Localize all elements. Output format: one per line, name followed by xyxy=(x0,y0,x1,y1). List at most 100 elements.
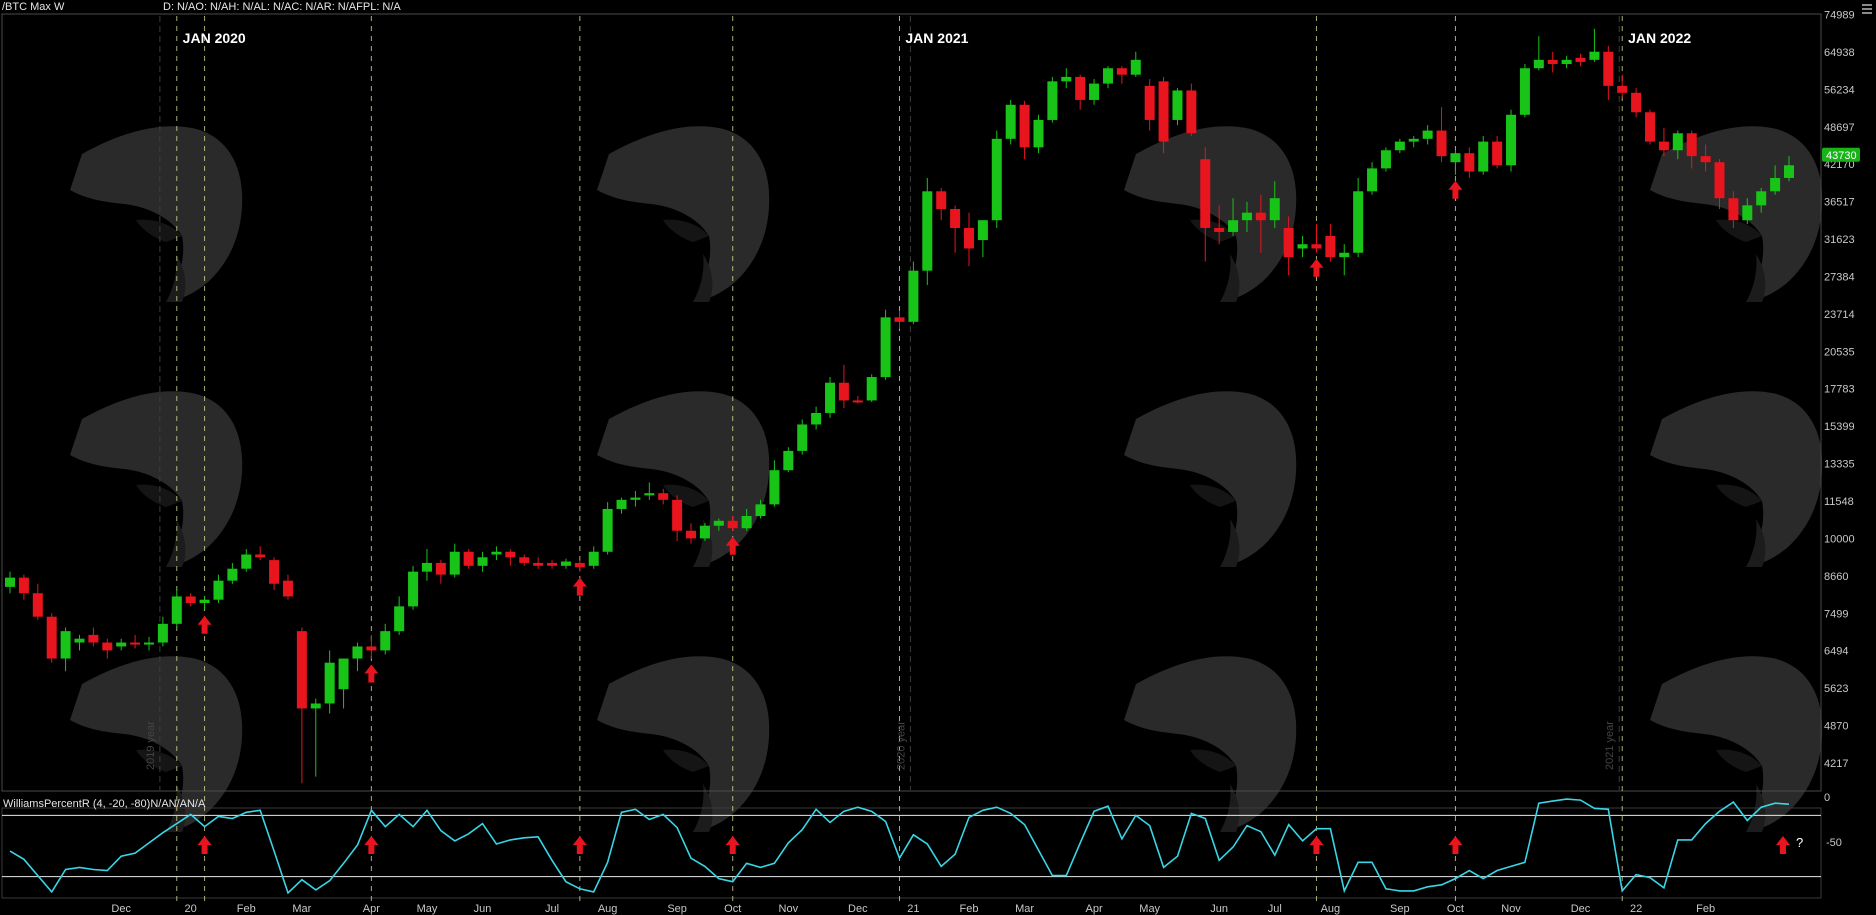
candle-body xyxy=(769,470,780,505)
signal-arrows xyxy=(197,180,1790,854)
price-tick-label: 4217 xyxy=(1824,758,1848,770)
candle-body xyxy=(1672,133,1683,151)
chart-labels: JAN 2020 JAN 2021 JAN 2022 xyxy=(183,30,1692,46)
candle-body xyxy=(1603,51,1614,86)
candle-body xyxy=(977,220,988,241)
candle-body xyxy=(838,382,849,401)
candle-body xyxy=(1325,235,1336,258)
price-panel-frame xyxy=(1,13,1822,792)
candle-body xyxy=(1047,81,1058,120)
price-tick-label: 6494 xyxy=(1824,646,1848,658)
time-tick-label: Dec xyxy=(1571,903,1591,915)
time-tick-label: Jul xyxy=(1268,903,1282,915)
candle-body xyxy=(866,377,877,401)
candle-body xyxy=(1186,90,1197,134)
up-arrow-marker-icon xyxy=(572,577,587,596)
candle-body xyxy=(1061,76,1072,82)
candle-body xyxy=(324,662,335,704)
year-label: JAN 2021 xyxy=(905,30,968,46)
up-arrow-marker-icon xyxy=(1448,836,1463,854)
candle-body xyxy=(727,520,738,529)
candle-body xyxy=(1589,51,1600,60)
price-tick-label: 15399 xyxy=(1824,421,1855,433)
time-tick-label: Nov xyxy=(779,903,799,915)
time-tick-label: May xyxy=(417,903,438,915)
year-vertical-label: 2019 year xyxy=(145,721,157,770)
indicator-label: WilliamsPercentR (4, -20, -80)N/AN/AN/A xyxy=(3,798,206,810)
williams-r-panel: WilliamsPercentR (4, -20, -80)N/AN/AN/A 0… xyxy=(2,792,1842,895)
candle-body xyxy=(936,191,947,209)
candle-body xyxy=(755,504,766,517)
bird-watermark-icon xyxy=(597,656,770,832)
time-tick-label: Jun xyxy=(1210,903,1228,915)
up-arrow-marker-icon xyxy=(572,836,587,854)
candle-body xyxy=(574,562,585,568)
bird-watermark-icon xyxy=(70,126,243,302)
time-tick-label: May xyxy=(1139,903,1160,915)
candle-body xyxy=(1367,168,1378,192)
candle-body xyxy=(741,516,752,529)
candle-body xyxy=(269,560,280,584)
candle-body xyxy=(5,577,15,587)
price-tick-label: 23714 xyxy=(1824,309,1855,321)
question-mark: ? xyxy=(1796,835,1803,850)
candle-body xyxy=(1408,138,1419,142)
time-tick-label: Dec xyxy=(848,903,868,915)
candle-body xyxy=(88,634,99,643)
price-tick-label: 17783 xyxy=(1824,384,1855,396)
candle-body xyxy=(116,642,127,647)
candle-body xyxy=(616,499,627,509)
candle-body xyxy=(1506,114,1517,166)
candle-body xyxy=(1436,130,1447,157)
up-arrow-marker-icon xyxy=(1309,836,1324,854)
up-arrow-marker-icon xyxy=(1776,836,1790,854)
year-vertical-label: 2021 year xyxy=(1604,721,1616,770)
bird-watermark-icon xyxy=(1650,391,1823,567)
candle-body xyxy=(1658,141,1669,151)
price-tick-label: 64938 xyxy=(1824,47,1855,59)
candle-body xyxy=(686,530,697,539)
candle-body xyxy=(1116,68,1127,75)
price-tick-label: 56234 xyxy=(1824,84,1855,96)
time-tick-label: Jun xyxy=(474,903,492,915)
candle-body xyxy=(1645,112,1656,142)
candle-body xyxy=(130,642,141,645)
bird-watermark-icon xyxy=(597,391,770,567)
price-tick-label: 11548 xyxy=(1824,496,1854,508)
candle-body xyxy=(1547,59,1558,65)
candle-body xyxy=(1102,68,1113,84)
candle-body xyxy=(171,596,182,624)
candle-body xyxy=(1339,252,1350,258)
time-tick-label: Jul xyxy=(545,903,559,915)
candle-body xyxy=(1394,141,1405,151)
price-tick-label: 36517 xyxy=(1824,197,1855,209)
candle-body xyxy=(408,571,419,607)
candle-body xyxy=(1492,141,1503,166)
candle-body xyxy=(825,382,836,413)
candle-body xyxy=(157,623,168,643)
time-tick-label: Apr xyxy=(1086,903,1103,915)
time-tick-label: 22 xyxy=(1630,903,1642,915)
time-tick-label: Aug xyxy=(598,903,618,915)
candle-body xyxy=(602,508,613,552)
candle-body xyxy=(505,551,516,558)
candle-body xyxy=(1575,57,1586,62)
candle-body xyxy=(74,638,85,643)
price-chart[interactable]: 2019 year 2020 year 2021 year JAN 2020 JAN … xyxy=(0,0,1876,915)
time-tick-label: Feb xyxy=(1696,903,1715,915)
price-tick-label: 13335 xyxy=(1824,459,1855,471)
candle-body xyxy=(713,520,724,526)
time-tick-label: Oct xyxy=(724,903,741,915)
up-arrow-marker-icon xyxy=(197,615,212,634)
candle-body xyxy=(227,568,238,581)
candle-body xyxy=(1255,212,1266,221)
candle-body xyxy=(1380,150,1391,169)
time-tick-label: Feb xyxy=(960,903,979,915)
candle-body xyxy=(560,561,571,566)
candle-body xyxy=(1478,141,1489,172)
candle-body xyxy=(1228,220,1239,232)
candle-body xyxy=(213,580,224,600)
candle-body xyxy=(338,658,349,690)
candle-body xyxy=(783,450,794,471)
up-arrow-marker-icon xyxy=(725,836,740,854)
